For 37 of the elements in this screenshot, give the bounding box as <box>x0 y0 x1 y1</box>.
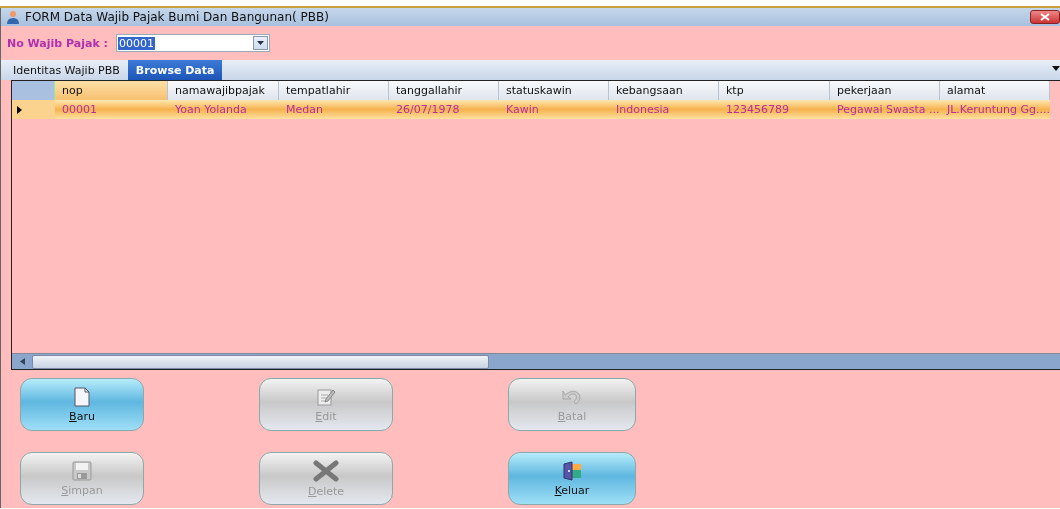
column-header[interactable]: alamat <box>940 81 1050 100</box>
column-header[interactable]: ktp <box>719 81 830 100</box>
close-button[interactable] <box>1030 10 1060 24</box>
column-header[interactable]: pekerjaan <box>830 81 940 100</box>
cross-icon <box>313 459 339 482</box>
row-pointer-icon <box>17 105 22 114</box>
action-button[interactable]: Keluar <box>508 452 636 505</box>
table-cell: Kawin <box>499 100 609 119</box>
table-cell: 00001 <box>55 100 168 119</box>
column-header[interactable]: tanggallahir <box>389 81 499 100</box>
table-cell: Medan <box>279 100 389 119</box>
pencil-note-icon <box>316 386 336 407</box>
column-header[interactable]: nop <box>55 81 168 100</box>
table-cell: 26/07/1978 <box>389 100 499 119</box>
document-icon <box>74 386 90 407</box>
user-icon <box>7 10 19 24</box>
column-header[interactable]: tempatlahir <box>279 81 389 100</box>
door-icon <box>562 460 582 481</box>
close-icon <box>1040 13 1050 21</box>
window-title: FORM Data Wajib Pajak Bumi Dan Bangunan( PBB) <box>25 10 330 24</box>
table-cell: 123456789 <box>719 100 830 119</box>
dropdown-arrow-icon <box>256 41 264 45</box>
taxpayer-number-dropdown[interactable]: 00001 <box>115 34 270 52</box>
action-button[interactable]: Baru <box>20 378 144 431</box>
table-cell: JL.Keruntung Gg.... <box>940 100 1050 119</box>
table-cell: Indonesia <box>609 100 719 119</box>
tab[interactable]: Identitas Wajib PBB <box>5 60 128 80</box>
table-cell: Yoan Yolanda <box>168 100 279 119</box>
scroll-left-icon[interactable] <box>19 358 25 365</box>
column-header[interactable]: namawajibpajak <box>168 81 279 100</box>
dropdown-arrow-icon[interactable] <box>1052 66 1060 71</box>
column-header[interactable]: statuskawin <box>499 81 609 100</box>
tab[interactable]: Browse Data <box>127 60 223 80</box>
table-cell: Pegawai Swasta ... <box>830 100 940 119</box>
grid-corner <box>12 81 55 100</box>
column-header[interactable]: kebangsaan <box>609 81 719 100</box>
field-label: No Wajib Pajak : <box>7 36 108 50</box>
